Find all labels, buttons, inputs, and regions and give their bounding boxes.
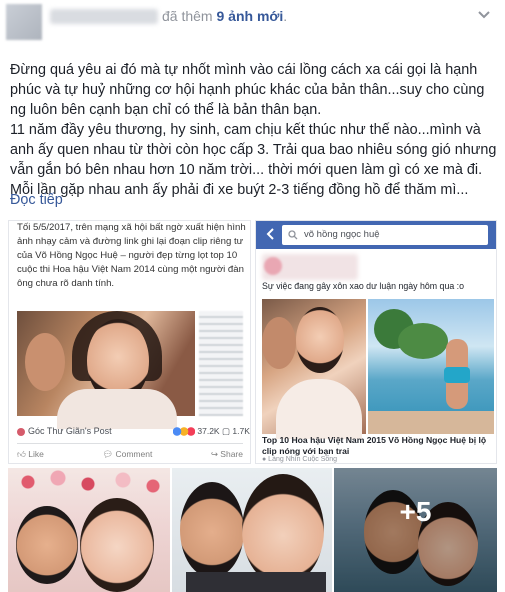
clothing: [276, 379, 362, 439]
post-action-prefix: đã thêm: [162, 8, 213, 24]
photo-couple-portrait[interactable]: [172, 468, 332, 592]
post-paragraph-2: 11 năm đầy yêu thương, hy sinh, cam chịu…: [10, 122, 497, 198]
woman-face: [242, 474, 324, 586]
post-source: Góc Thư Giãn's Post: [17, 426, 112, 436]
photo-more-overlay[interactable]: +5: [334, 468, 497, 592]
post-body: Đừng quá yêu ai đó mà tự nhốt mình vào c…: [10, 60, 500, 200]
photo-couple-flowers[interactable]: [8, 468, 170, 592]
news-story-text: Tối 5/5/2017, trên mạng xã hội bất ngờ x…: [17, 222, 246, 289]
photo-count-link[interactable]: 9 ảnh mới: [216, 8, 283, 24]
woman-face: [80, 498, 154, 592]
back-arrow-icon: [266, 228, 274, 240]
share-button[interactable]: ↪ Share: [211, 449, 243, 460]
pool-deck: [368, 411, 494, 434]
couple-photo: [17, 311, 195, 429]
page-dot-icon: [17, 427, 25, 436]
search-query: võ hồng ngọc huệ: [304, 229, 380, 240]
author-name-redacted[interactable]: [50, 9, 158, 24]
chevron-down-icon[interactable]: [477, 8, 491, 22]
man-face: [180, 482, 244, 578]
reactions-icon: [173, 427, 195, 437]
comment-count: 1.7K: [232, 426, 250, 436]
search-icon: [288, 230, 298, 240]
man-face: [16, 506, 78, 584]
swimsuit: [444, 367, 470, 383]
comment-button[interactable]: 💬︎ Comment: [102, 449, 152, 460]
post-source-label: Góc Thư Giãn's Post: [28, 426, 112, 436]
comment-icon: 💬︎: [102, 449, 116, 459]
like-label: Like: [28, 449, 44, 459]
post-actions: 👍︎ Like 💬︎ Comment ↪ Share: [17, 449, 243, 460]
photo-news-card[interactable]: Tối 5/5/2017, trên mạng xã hội bất ngờ x…: [8, 220, 251, 464]
article-headline: Top 10 Hoa hậu Việt Nam 2015 Võ Hồng Ngọ…: [262, 435, 487, 456]
thumbs-up-icon: 👍︎: [17, 449, 29, 459]
comment-label: Comment: [115, 449, 153, 459]
search-subheadline: Sự việc đang gây xôn xao dư luận ngày hô…: [262, 281, 465, 291]
clothing: [57, 389, 177, 429]
man-face: [262, 317, 296, 369]
post-paragraph-1: Đừng quá yêu ai đó mà tự nhốt mình vào c…: [10, 62, 485, 118]
search-input: võ hồng ngọc huệ: [282, 225, 488, 245]
couple-selfie: [262, 299, 366, 439]
avatar[interactable]: [6, 4, 42, 40]
more-photos-count: +5: [399, 496, 432, 527]
article-source: ● Làng Nhìn Cuộc Sống: [262, 456, 338, 463]
post-header: đã thêm 9 ảnh mới.: [0, 0, 505, 40]
comment-bubble-icon: ▢: [221, 426, 230, 436]
read-more-link[interactable]: Đọc tiếp: [10, 192, 63, 208]
clothing: [186, 572, 326, 592]
beach-photo: [368, 299, 494, 434]
post-action-text: đã thêm 9 ảnh mới.: [162, 8, 287, 24]
photo-search-screenshot[interactable]: võ hồng ngọc huệ Sự việc đang gây xôn xa…: [255, 220, 497, 464]
share-icon: ↪: [210, 449, 221, 459]
blurred-comment-panel: [199, 311, 243, 416]
share-label: Share: [220, 449, 243, 459]
blurred-avatar: [264, 257, 282, 275]
photo-grid: Tối 5/5/2017, trên mạng xã hội bất ngờ x…: [0, 220, 505, 592]
overlay-shade: [334, 468, 497, 592]
search-bar-header: võ hồng ngọc huệ: [256, 221, 496, 249]
man-face: [25, 333, 65, 391]
palm-tree: [398, 323, 448, 359]
like-button[interactable]: 👍︎ Like: [17, 449, 44, 460]
divider: [17, 443, 243, 444]
post-action-suffix: .: [283, 8, 288, 24]
woman-face: [296, 307, 344, 373]
flowers-backdrop: [8, 468, 170, 508]
reaction-counts: 37.2K ▢ 1.7K: [173, 426, 250, 437]
reaction-count: 37.2K: [197, 426, 220, 436]
